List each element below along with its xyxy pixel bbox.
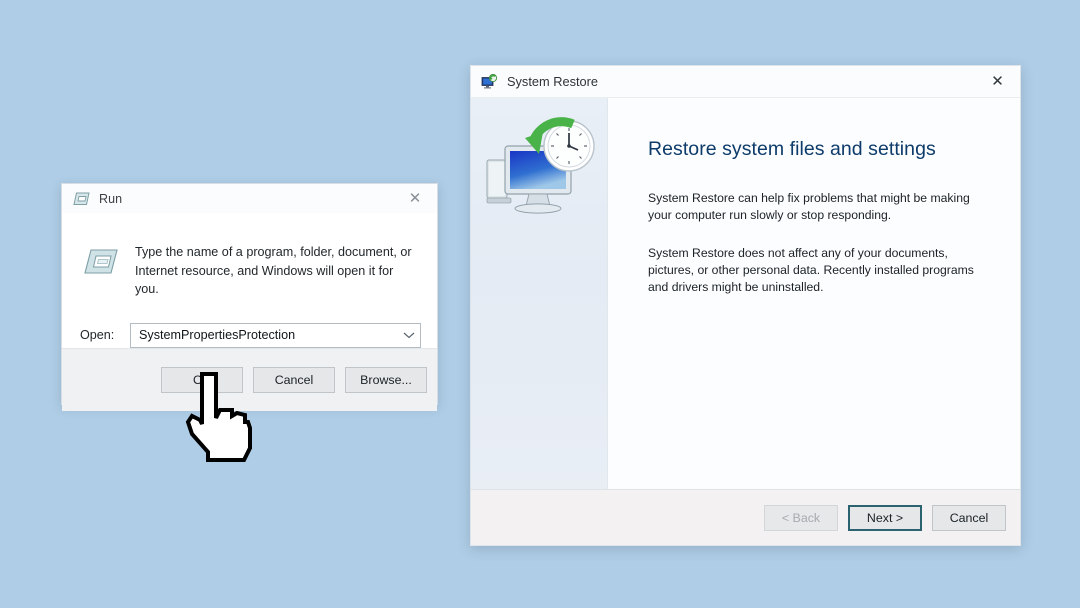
system-restore-titlebar: System Restore ✕ bbox=[471, 66, 1020, 97]
computer-clock-restore-illustration bbox=[481, 116, 601, 221]
run-program-icon bbox=[84, 247, 118, 277]
system-restore-sidebar bbox=[471, 98, 608, 489]
run-dialog: Run ✕ Type the name of a program, folder… bbox=[61, 183, 438, 411]
run-open-combobox[interactable]: SystemPropertiesProtection bbox=[130, 322, 421, 348]
run-dialog-footer: OK Cancel Browse... bbox=[62, 347, 437, 411]
system-restore-icon bbox=[481, 73, 498, 90]
run-ok-button[interactable]: OK bbox=[161, 366, 243, 393]
system-restore-title: System Restore bbox=[507, 74, 599, 89]
run-open-input-value[interactable]: SystemPropertiesProtection bbox=[131, 328, 398, 342]
run-dialog-body: Type the name of a program, folder, docu… bbox=[62, 213, 437, 348]
run-browse-button[interactable]: Browse... bbox=[345, 366, 427, 393]
system-restore-cancel-button[interactable]: Cancel bbox=[932, 504, 1006, 531]
run-open-row: Open: SystemPropertiesProtection bbox=[62, 299, 437, 348]
run-close-button[interactable]: ✕ bbox=[393, 184, 437, 213]
run-dialog-titlebar: Run ✕ bbox=[62, 184, 437, 213]
system-restore-window: System Restore ✕ Restore system files an… bbox=[470, 65, 1021, 546]
chevron-down-icon[interactable] bbox=[398, 324, 420, 347]
system-restore-paragraph-1: System Restore can help fix problems tha… bbox=[648, 191, 970, 222]
system-restore-footer: < Back Next > Cancel bbox=[471, 489, 1020, 545]
page-title: Restore system files and settings bbox=[648, 138, 936, 160]
run-open-label: Open: bbox=[80, 328, 115, 342]
next-button[interactable]: Next > bbox=[848, 504, 922, 531]
run-description-text: Type the name of a program, folder, docu… bbox=[135, 245, 412, 296]
run-window-icon bbox=[73, 192, 90, 206]
run-dialog-title: Run bbox=[99, 191, 123, 206]
system-restore-close-button[interactable]: ✕ bbox=[975, 66, 1020, 97]
back-button[interactable]: < Back bbox=[764, 504, 838, 531]
system-restore-main: Restore system files and settings System… bbox=[471, 97, 1020, 489]
run-description-row: Type the name of a program, folder, docu… bbox=[62, 233, 437, 299]
run-cancel-button[interactable]: Cancel bbox=[253, 366, 335, 393]
system-restore-content: Restore system files and settings System… bbox=[608, 98, 1020, 489]
system-restore-paragraph-2: System Restore does not affect any of yo… bbox=[648, 246, 974, 294]
